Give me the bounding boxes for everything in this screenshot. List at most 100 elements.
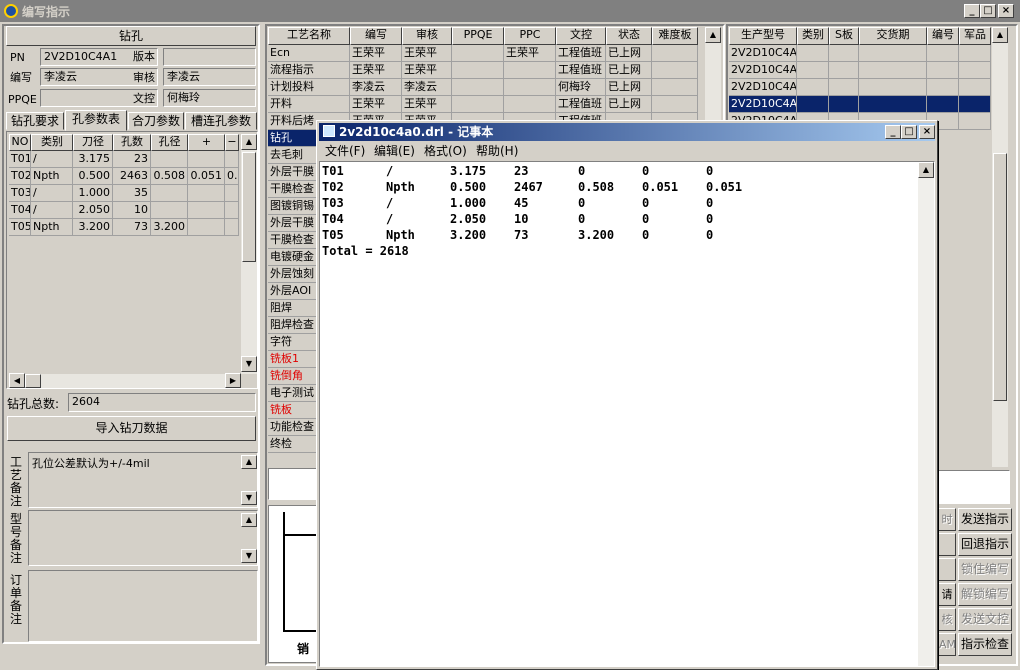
column-header[interactable]: PPQE — [452, 27, 504, 45]
table-cell[interactable]: 工程值班 — [556, 96, 606, 113]
table-cell[interactable] — [797, 45, 829, 62]
close-icon[interactable]: × — [998, 4, 1014, 18]
table-cell[interactable]: / — [31, 202, 73, 219]
tab-combine-params[interactable]: 合刀参数 — [128, 112, 184, 130]
table-cell[interactable] — [829, 96, 859, 113]
table-cell[interactable]: 王荣平 — [350, 62, 402, 79]
table-cell[interactable]: 0. — [225, 168, 239, 185]
column-header[interactable]: 状态 — [606, 27, 652, 45]
table-cell[interactable]: 35 — [113, 185, 151, 202]
model-number-cell[interactable]: 2V2D10C4A0 — [729, 45, 797, 62]
table-cell[interactable] — [959, 79, 991, 96]
table-cell[interactable]: 已上网 — [606, 96, 652, 113]
column-header[interactable]: 孔径 — [151, 134, 188, 151]
process-name-cell[interactable]: 流程指示 — [268, 62, 350, 79]
action-button-partial[interactable]: 请 — [938, 583, 956, 606]
table-cell[interactable]: 2463 — [113, 168, 151, 185]
table-cell[interactable]: 工程值班 — [556, 45, 606, 62]
table-cell[interactable] — [452, 79, 504, 96]
drill-total-field[interactable]: 2604 — [68, 393, 256, 412]
middle-input-box[interactable] — [268, 468, 318, 500]
table-cell[interactable]: 3.175 — [73, 151, 113, 168]
table-cell[interactable] — [151, 151, 188, 168]
table-cell[interactable] — [927, 62, 959, 79]
table-cell[interactable] — [959, 113, 991, 130]
column-header[interactable]: 审核 — [402, 27, 452, 45]
table-cell[interactable] — [188, 185, 225, 202]
table-cell[interactable] — [959, 45, 991, 62]
table-cell[interactable] — [652, 62, 698, 79]
column-header[interactable]: + — [188, 134, 225, 151]
column-header[interactable]: 工艺名称 — [268, 27, 350, 45]
column-header[interactable]: 生产型号 — [729, 27, 797, 45]
column-header[interactable]: 难度板 — [652, 27, 698, 45]
left-table-vscroll[interactable]: ▲ ▼ — [241, 134, 257, 374]
action-button[interactable]: 发送文控 — [958, 608, 1012, 631]
notepad-titlebar[interactable]: 2v2d10c4a0.drl - 记事本 _ □ × — [319, 123, 935, 141]
table-cell[interactable]: 已上网 — [606, 79, 652, 96]
notepad-vscroll[interactable]: ▲ — [918, 162, 934, 666]
notepad-text-area[interactable]: T01 / 3.175 23 0 0 0 T02 Npth 0.500 2467 0.508 0.051… — [319, 161, 935, 667]
column-header[interactable]: 刀径 — [73, 134, 113, 151]
process-name-cell[interactable]: Ecn — [268, 45, 350, 62]
note-scroll-down-icon[interactable]: ▼ — [241, 491, 257, 505]
menu-format[interactable]: 格式(O) — [424, 142, 467, 160]
action-button-partial[interactable]: AM — [938, 633, 956, 656]
table-cell[interactable] — [927, 96, 959, 113]
version-field[interactable] — [163, 48, 256, 66]
table-cell[interactable]: Npth — [31, 219, 73, 236]
column-header[interactable]: 孔数 — [113, 134, 151, 151]
table-cell[interactable]: 工程值班 — [556, 62, 606, 79]
table-cell[interactable] — [797, 62, 829, 79]
column-header[interactable]: 编写 — [350, 27, 402, 45]
column-header[interactable]: 军品 — [959, 27, 991, 45]
scroll-left-icon[interactable]: ◀ — [9, 373, 25, 388]
column-header[interactable]: 类别 — [797, 27, 829, 45]
table-cell[interactable]: 何梅玲 — [556, 79, 606, 96]
table-cell[interactable] — [859, 96, 927, 113]
model-note-field[interactable]: ▲ ▼ — [28, 510, 258, 566]
table-cell[interactable]: 王荣平 — [350, 96, 402, 113]
table-cell[interactable]: T02 — [9, 168, 31, 185]
table-cell[interactable] — [452, 62, 504, 79]
process-note-field[interactable]: 孔位公差默认为+/-4mil ▲ ▼ — [28, 452, 258, 508]
model-number-cell[interactable]: 2V2D10C4A0 — [729, 79, 797, 96]
table-cell[interactable] — [797, 96, 829, 113]
right-input-box[interactable] — [938, 470, 1010, 504]
table-cell[interactable] — [504, 62, 556, 79]
table-cell[interactable] — [504, 79, 556, 96]
table-cell[interactable]: 0.508 — [151, 168, 188, 185]
table-cell[interactable] — [927, 79, 959, 96]
table-cell[interactable]: 0.500 — [73, 168, 113, 185]
doc-field[interactable]: 何梅玲 — [163, 89, 256, 107]
action-button[interactable]: 锁住编写 — [958, 558, 1012, 581]
action-button[interactable]: 指示检查 — [958, 633, 1012, 656]
table-cell[interactable]: 王荣平 — [504, 45, 556, 62]
table-cell[interactable] — [225, 219, 239, 236]
review-field[interactable]: 李凌云 — [163, 68, 256, 86]
table-cell[interactable] — [859, 62, 927, 79]
column-header[interactable]: S板 — [829, 27, 859, 45]
table-cell[interactable]: T05 — [9, 219, 31, 236]
table-cell[interactable]: 0.051 — [188, 168, 225, 185]
action-button-partial[interactable]: 时 — [938, 508, 956, 531]
table-cell[interactable]: 李凌云 — [350, 79, 402, 96]
table-cell[interactable] — [959, 62, 991, 79]
table-cell[interactable]: 已上网 — [606, 45, 652, 62]
menu-help[interactable]: 帮助(H) — [476, 142, 518, 160]
table-cell[interactable]: T01 — [9, 151, 31, 168]
table-cell[interactable]: 1.000 — [73, 185, 113, 202]
action-button[interactable]: 解锁编写 — [958, 583, 1012, 606]
process-name-cell[interactable]: 开料 — [268, 96, 350, 113]
tab-drill-requirements[interactable]: 钻孔要求 — [6, 112, 64, 130]
table-cell[interactable]: 已上网 — [606, 62, 652, 79]
model-number-cell[interactable]: 2V2D10C4A1 — [729, 96, 797, 113]
scroll-up-icon[interactable]: ▲ — [992, 27, 1008, 43]
table-cell[interactable] — [452, 45, 504, 62]
table-cell[interactable] — [652, 96, 698, 113]
action-button-partial[interactable]: 核 — [938, 608, 956, 631]
table-cell[interactable] — [829, 45, 859, 62]
menu-file[interactable]: 文件(F) — [325, 142, 365, 160]
table-cell[interactable]: 王荣平 — [402, 96, 452, 113]
notepad-close-icon[interactable]: × — [919, 125, 935, 139]
